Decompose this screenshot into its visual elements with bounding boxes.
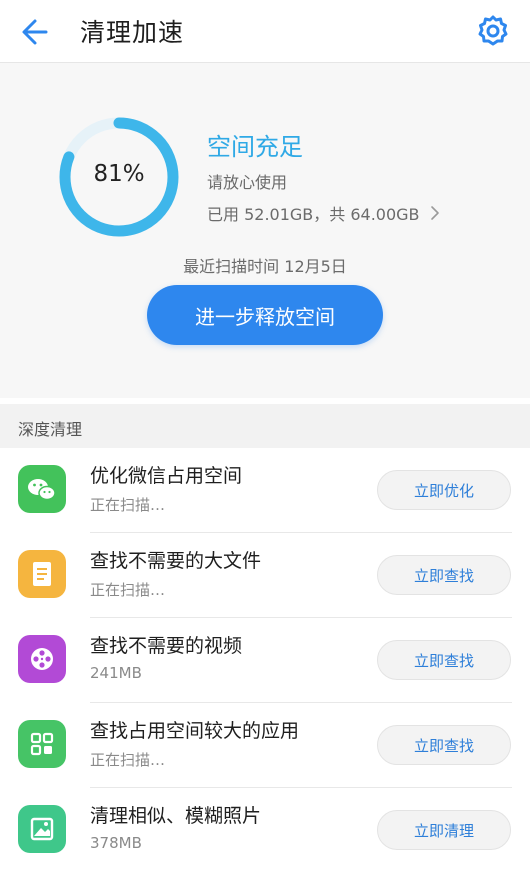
find-videos-button[interactable]: 立即查找 <box>377 640 511 680</box>
list-item-wechat[interactable]: 优化微信占用空间 正在扫描… 立即优化 <box>0 448 530 533</box>
optimize-wechat-button[interactable]: 立即优化 <box>377 470 511 510</box>
find-large-apps-button[interactable]: 立即查找 <box>377 725 511 765</box>
document-icon <box>18 550 66 598</box>
section-title: 深度清理 <box>18 420 83 439</box>
wechat-icon <box>18 465 66 513</box>
list-item-large-apps[interactable]: 查找占用空间较大的应用 正在扫描… 立即查找 <box>0 703 530 788</box>
back-button[interactable] <box>16 12 56 52</box>
item-title: 清理相似、模糊照片 <box>90 805 262 827</box>
section-header: 深度清理 <box>0 404 530 448</box>
film-reel-icon <box>18 635 66 683</box>
item-subtitle: 正在扫描… <box>90 581 166 599</box>
item-title: 查找占用空间较大的应用 <box>90 720 300 742</box>
item-title: 查找不需要的大文件 <box>90 550 262 572</box>
list-item-videos[interactable]: 查找不需要的视频 241MB 立即查找 <box>0 618 530 703</box>
list-item-photos[interactable]: 清理相似、模糊照片 378MB 立即清理 <box>0 788 530 873</box>
gear-icon <box>478 15 508 46</box>
item-subtitle: 正在扫描… <box>90 496 166 514</box>
last-scan-time: 最近扫描时间 12月5日 <box>183 257 347 276</box>
app-header: 清理加速 <box>0 0 530 63</box>
storage-status-subtitle: 请放心使用 <box>207 173 288 192</box>
deep-clean-list: 优化微信占用空间 正在扫描… 立即优化 查找不需要的大文件 正在扫描… 立即查找 <box>0 448 530 873</box>
list-item-large-files[interactable]: 查找不需要的大文件 正在扫描… 立即查找 <box>0 533 530 618</box>
find-large-files-button[interactable]: 立即查找 <box>377 555 511 595</box>
app-grid-icon <box>18 720 66 768</box>
storage-status-title: 空间充足 <box>207 133 303 161</box>
item-title: 查找不需要的视频 <box>90 635 243 657</box>
item-title: 优化微信占用空间 <box>90 465 243 487</box>
settings-button[interactable] <box>472 10 514 52</box>
storage-percent: 81% <box>93 161 145 187</box>
page-title: 清理加速 <box>80 18 185 47</box>
storage-usage-link[interactable]: 已用 52.01GB，共 64.00GB <box>207 201 440 225</box>
photo-icon <box>18 805 66 853</box>
chevron-right-icon <box>430 206 439 220</box>
item-subtitle: 正在扫描… <box>90 751 166 769</box>
free-up-space-button[interactable]: 进一步释放空间 <box>147 285 383 345</box>
item-subtitle: 378MB <box>90 834 142 852</box>
clean-photos-button[interactable]: 立即清理 <box>377 810 511 850</box>
item-subtitle: 241MB <box>90 664 142 682</box>
storage-summary-panel: 81% 空间充足 请放心使用 已用 52.01GB，共 64.00GB 最近扫描… <box>0 63 530 398</box>
storage-usage-text: 已用 52.01GB，共 64.00GB <box>207 205 420 224</box>
arrow-left-icon <box>22 19 48 45</box>
